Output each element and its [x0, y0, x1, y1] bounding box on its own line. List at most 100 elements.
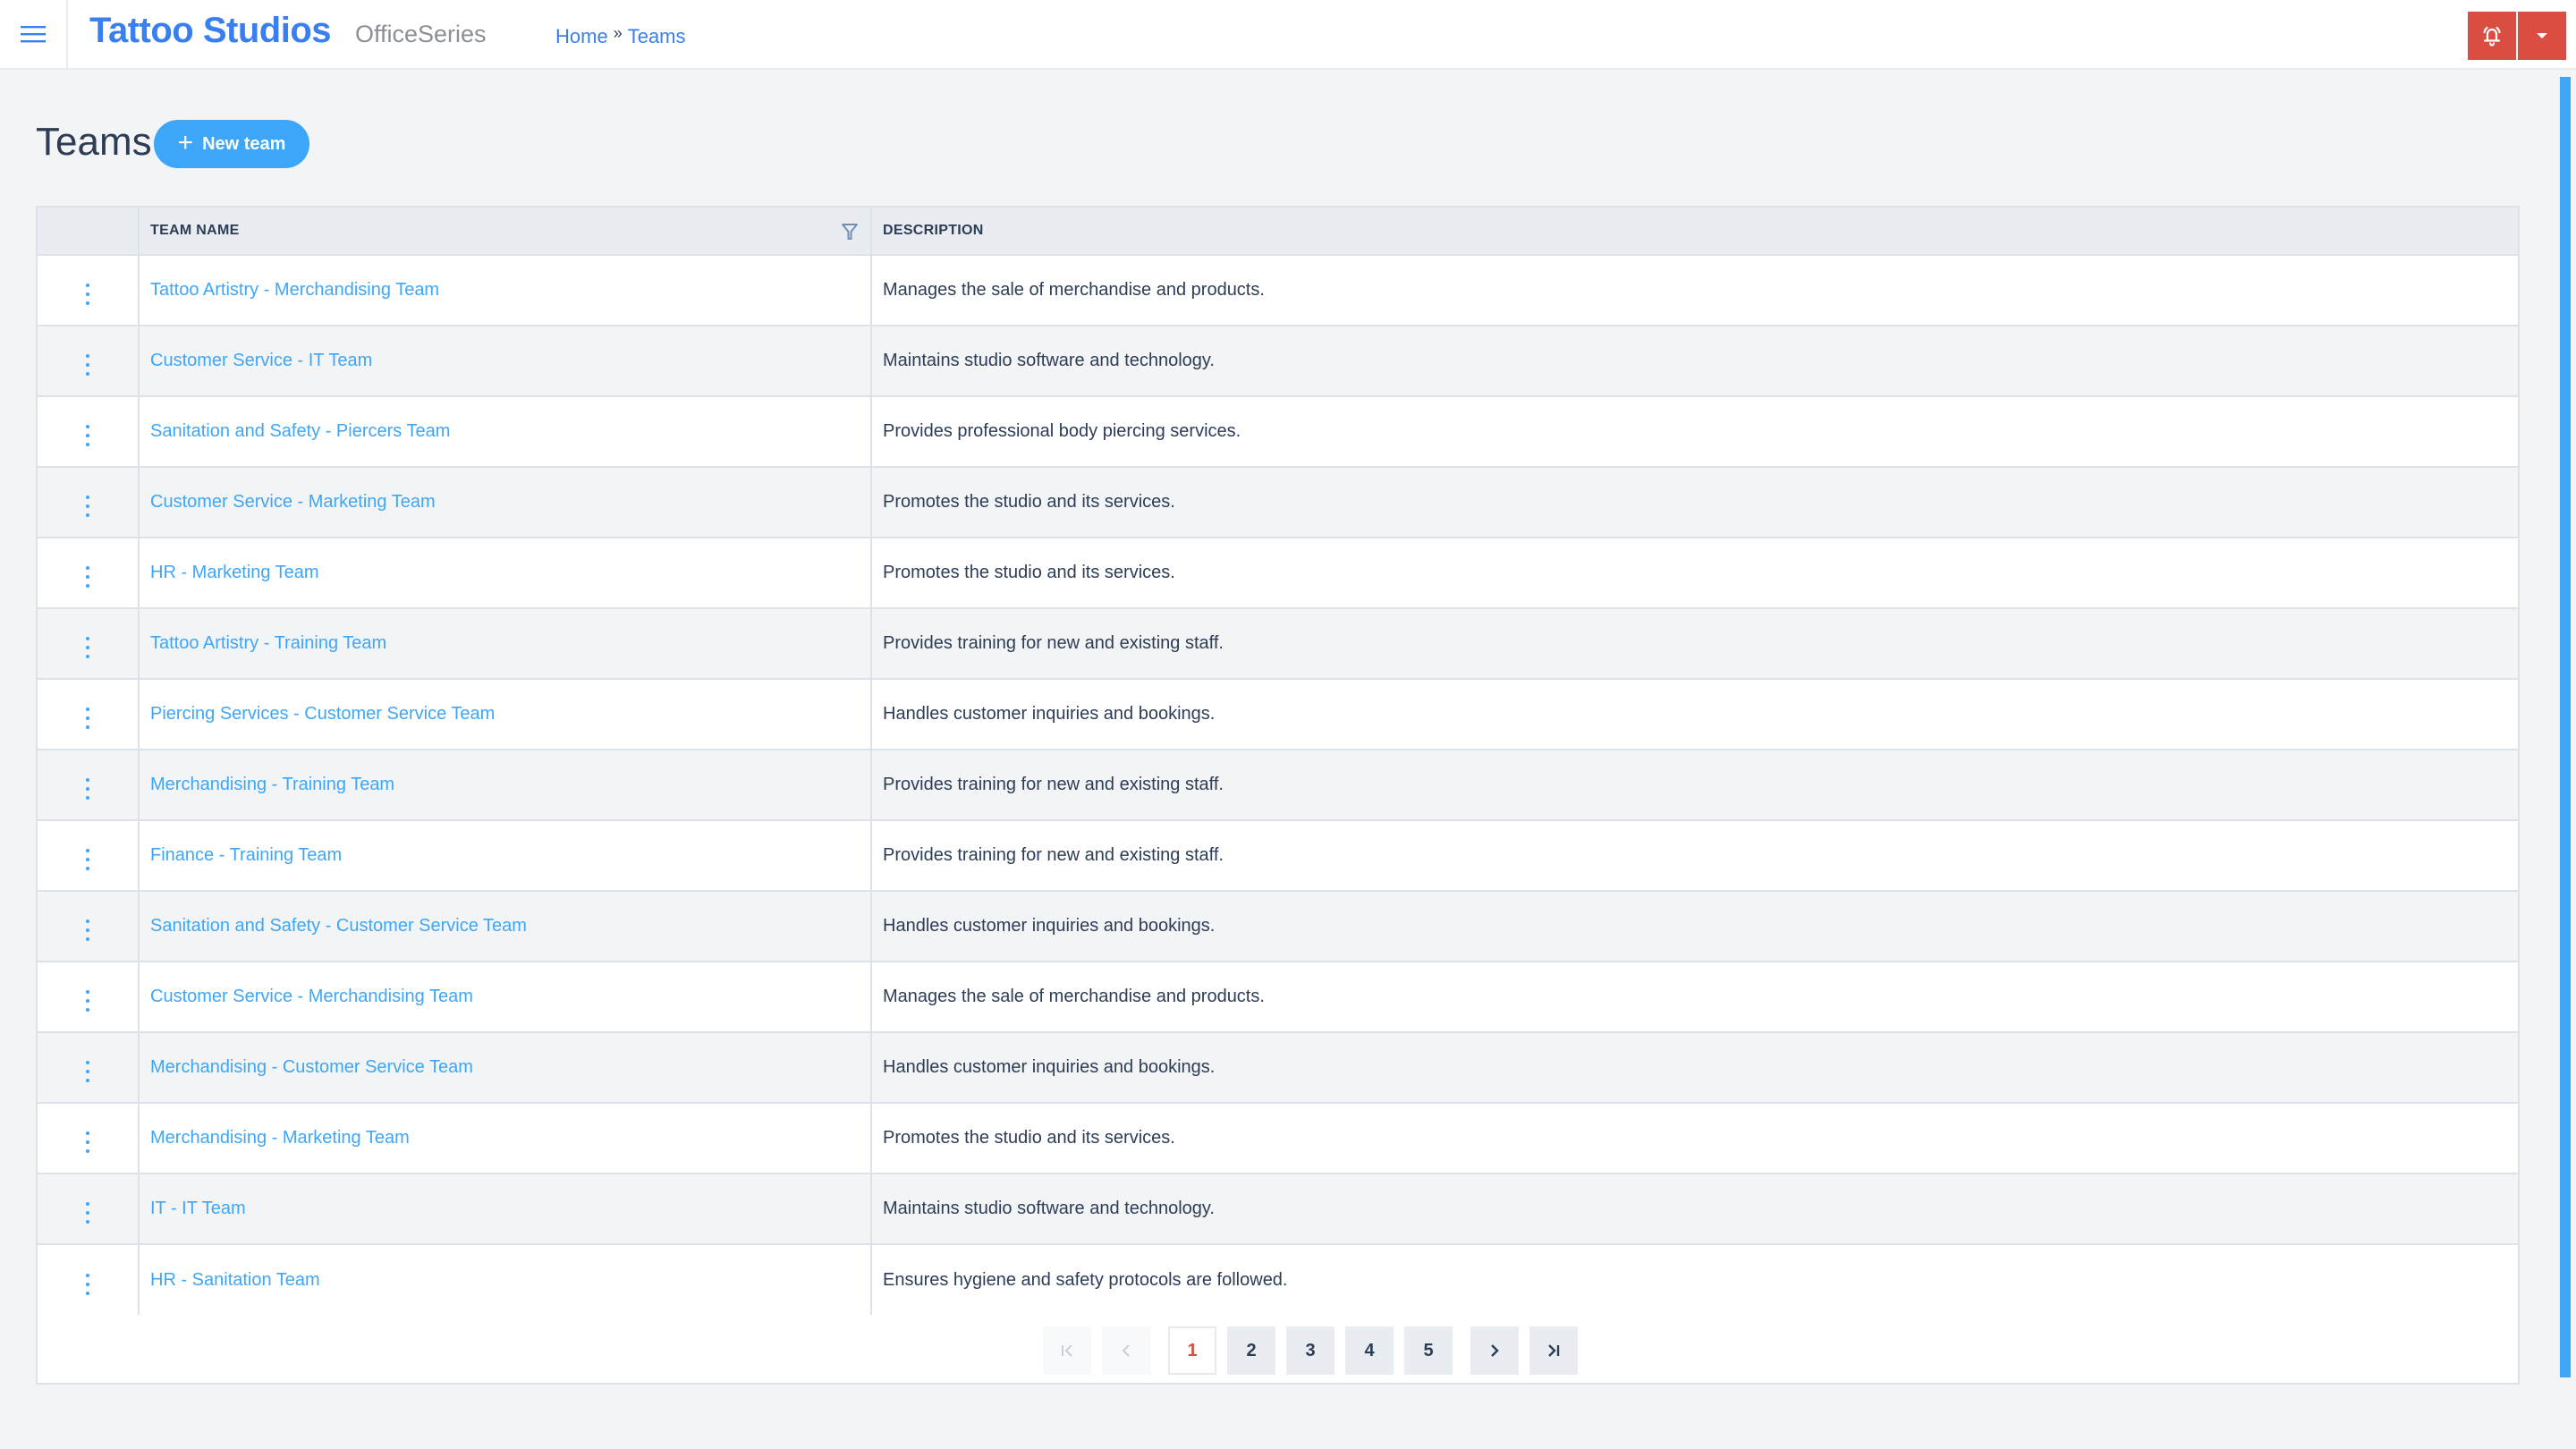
kebab-dot [86, 1291, 89, 1295]
page-button-5[interactable]: 5 [1404, 1326, 1453, 1375]
kebab-dot [86, 1202, 89, 1206]
team-name-link[interactable]: Customer Service - Merchandising Team [150, 987, 473, 1006]
next-page-button[interactable] [1470, 1326, 1519, 1375]
column-header-description: DESCRIPTION [871, 208, 2518, 255]
kebab-dot [86, 778, 89, 782]
kebab-menu-icon[interactable] [77, 987, 98, 1015]
breadcrumb-home[interactable]: Home [555, 25, 608, 48]
first-page-button[interactable] [1043, 1326, 1091, 1375]
table-row: Finance - Training Team Provides training… [38, 819, 2518, 891]
menu-toggle-button[interactable] [0, 0, 68, 68]
breadcrumb-separator: » [613, 23, 623, 42]
kebab-dot [86, 434, 89, 437]
team-name-link[interactable]: Customer Service - Marketing Team [150, 492, 436, 512]
last-page-button[interactable] [1530, 1326, 1578, 1375]
kebab-menu-icon[interactable] [77, 492, 98, 521]
kebab-dot [86, 928, 89, 932]
user-menu-dropdown-button[interactable] [2518, 12, 2566, 60]
kebab-dot [86, 1070, 89, 1073]
new-team-button[interactable]: + New team [154, 120, 309, 168]
kebab-dot [86, 937, 89, 941]
vertical-scrollbar[interactable] [2556, 70, 2576, 1449]
kebab-dot [86, 796, 89, 800]
kebab-dot [86, 858, 89, 861]
team-name-link[interactable]: Merchandising - Training Team [150, 775, 394, 794]
team-name-cell: HR - Marketing Team [139, 537, 872, 608]
kebab-dot [86, 999, 89, 1003]
kebab-menu-icon[interactable] [77, 421, 98, 450]
team-name-link[interactable]: HR - Marketing Team [150, 563, 319, 582]
page-button-3[interactable]: 3 [1286, 1326, 1335, 1375]
row-actions-cell [38, 1173, 140, 1244]
table-row: Tattoo Artistry - Training Team Provides … [38, 607, 2518, 679]
app-brand[interactable]: Tattoo Studios [89, 11, 332, 51]
kebab-dot [86, 708, 89, 711]
team-name-link[interactable]: Merchandising - Marketing Team [150, 1128, 410, 1148]
row-actions-cell [38, 1031, 140, 1103]
filter-icon[interactable] [842, 223, 858, 241]
team-name-link[interactable]: Piercing Services - Customer Service Tea… [150, 704, 495, 724]
previous-page-button[interactable] [1102, 1326, 1150, 1375]
chevron-right-icon [1491, 1344, 1499, 1357]
table-row: Merchandising - Training Team Provides tr… [38, 749, 2518, 820]
team-name-link[interactable]: Finance - Training Team [150, 845, 342, 865]
team-name-cell: IT - IT Team [139, 1173, 872, 1244]
kebab-menu-icon[interactable] [77, 916, 98, 945]
table-row: Customer Service - Merchandising Team Man… [38, 961, 2518, 1032]
notifications-button[interactable] [2468, 12, 2516, 60]
team-name-link[interactable]: HR - Sanitation Team [150, 1270, 320, 1290]
kebab-dot [86, 1140, 89, 1144]
last-page-icon [1548, 1344, 1560, 1357]
kebab-menu-icon[interactable] [77, 704, 98, 733]
team-name-link[interactable]: Tattoo Artistry - Merchandising Team [150, 280, 439, 300]
kebab-menu-icon[interactable] [77, 280, 98, 309]
kebab-dot [86, 1131, 89, 1135]
kebab-dot [86, 1211, 89, 1215]
kebab-menu-icon[interactable] [77, 775, 98, 803]
kebab-dot [86, 496, 89, 499]
kebab-menu-icon[interactable] [77, 351, 98, 379]
kebab-dot [86, 372, 89, 376]
team-name-link[interactable]: Sanitation and Safety - Piercers Team [150, 421, 450, 441]
team-name-link[interactable]: Customer Service - IT Team [150, 351, 372, 370]
scrollbar-thumb[interactable] [2560, 77, 2571, 1377]
kebab-dot [86, 584, 89, 588]
kebab-menu-icon[interactable] [77, 1199, 98, 1227]
row-actions-cell [38, 466, 140, 538]
kebab-menu-icon[interactable] [77, 1057, 98, 1086]
team-name-link[interactable]: Merchandising - Customer Service Team [150, 1057, 473, 1077]
team-name-cell: Customer Service - Marketing Team [139, 466, 872, 538]
team-name-cell: Tattoo Artistry - Training Team [139, 607, 872, 679]
page-title: Teams [36, 120, 152, 164]
column-header-team-name[interactable]: TEAM NAME [139, 208, 872, 255]
kebab-menu-icon[interactable] [77, 1270, 98, 1299]
chevron-left-icon [1122, 1344, 1130, 1357]
kebab-dot [86, 513, 89, 517]
row-actions-cell [38, 961, 140, 1032]
table-row: IT - IT Team Maintains studio software an… [38, 1173, 2518, 1244]
team-description-cell: Maintains studio software and technology… [871, 1173, 2518, 1244]
kebab-menu-icon[interactable] [77, 1128, 98, 1157]
kebab-dot [86, 1061, 89, 1064]
row-actions-cell [38, 678, 140, 750]
kebab-dot [86, 716, 89, 720]
kebab-dot [86, 354, 89, 358]
team-description-cell: Provides training for new and existing s… [871, 819, 2518, 891]
page-button-2[interactable]: 2 [1227, 1326, 1275, 1375]
team-name-cell: Sanitation and Safety - Piercers Team [139, 395, 872, 467]
kebab-menu-icon[interactable] [77, 633, 98, 662]
team-name-cell: Customer Service - IT Team [139, 325, 872, 396]
team-name-link[interactable]: Sanitation and Safety - Customer Service… [150, 916, 527, 936]
kebab-dot [86, 363, 89, 367]
caret-down-icon [2537, 33, 2547, 38]
page-button-1[interactable]: 1 [1168, 1326, 1216, 1375]
kebab-dot [86, 1008, 89, 1012]
team-name-link[interactable]: Tattoo Artistry - Training Team [150, 633, 386, 653]
breadcrumb-teams[interactable]: Teams [628, 25, 686, 48]
team-description-cell: Manages the sale of merchandise and prod… [871, 961, 2518, 1032]
page-button-4[interactable]: 4 [1345, 1326, 1394, 1375]
kebab-menu-icon[interactable] [77, 845, 98, 874]
kebab-dot [86, 787, 89, 791]
kebab-menu-icon[interactable] [77, 563, 98, 591]
team-name-link[interactable]: IT - IT Team [150, 1199, 246, 1218]
